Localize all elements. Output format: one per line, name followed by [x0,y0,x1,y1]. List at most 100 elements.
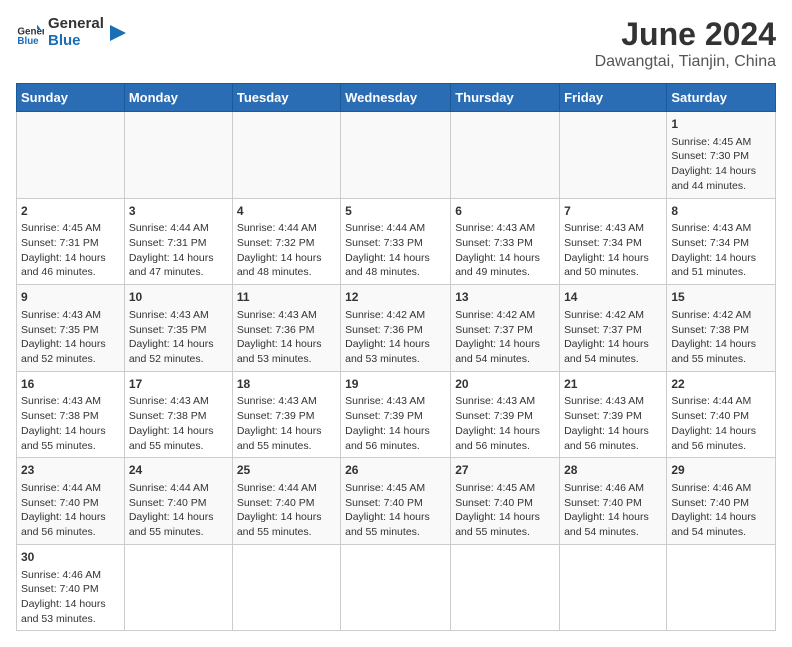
day-info: Sunrise: 4:46 AM Sunset: 7:40 PM Dayligh… [671,481,771,540]
day-info: Sunrise: 4:45 AM Sunset: 7:40 PM Dayligh… [345,481,446,540]
day-cell: 12Sunrise: 4:42 AM Sunset: 7:36 PM Dayli… [341,285,451,372]
week-row-3: 9 Sunrise: 4:43 AM Sunset: 7:35 PM Daylig… [17,285,776,372]
day-cell: 17Sunrise: 4:43 AM Sunset: 7:38 PM Dayli… [124,371,232,458]
day-number: 28 [564,462,662,479]
day-number: 20 [455,376,555,393]
day-info: Sunrise: 4:43 AM Sunset: 7:34 PM Dayligh… [564,221,662,280]
day-info: Sunrise: 4:43 AM Sunset: 7:33 PM Dayligh… [455,221,555,280]
day-info: Sunrise: 4:44 AM Sunset: 7:40 PM Dayligh… [129,481,228,540]
svg-text:Blue: Blue [17,36,39,47]
day-cell: 24 Sunrise: 4:44 AM Sunset: 7:40 PM Dayli… [124,458,232,545]
col-header-thursday: Thursday [451,84,560,112]
day-cell: 8Sunrise: 4:43 AM Sunset: 7:34 PM Daylig… [667,198,776,285]
day-cell: 15Sunrise: 4:42 AM Sunset: 7:38 PM Dayli… [667,285,776,372]
day-number: 2 [21,203,120,220]
day-info: Sunrise: 4:43 AM Sunset: 7:38 PM Dayligh… [21,394,120,453]
day-cell: 10 Sunrise: 4:43 AM Sunset: 7:35 PM Dayli… [124,285,232,372]
day-info: Sunrise: 4:43 AM Sunset: 7:39 PM Dayligh… [455,394,555,453]
day-cell: 26 Sunrise: 4:45 AM Sunset: 7:40 PM Dayli… [341,458,451,545]
calendar-table: SundayMondayTuesdayWednesdayThursdayFrid… [16,83,776,631]
day-cell: 14Sunrise: 4:42 AM Sunset: 7:37 PM Dayli… [560,285,667,372]
day-info: Sunrise: 4:46 AM Sunset: 7:40 PM Dayligh… [21,568,120,627]
day-number: 6 [455,203,555,220]
day-info: Sunrise: 4:46 AM Sunset: 7:40 PM Dayligh… [564,481,662,540]
day-cell [451,112,560,199]
day-cell [17,112,125,199]
calendar-subtitle: Dawangtai, Tianjin, China [595,53,776,71]
day-cell [451,544,560,631]
col-header-saturday: Saturday [667,84,776,112]
day-number: 22 [671,376,771,393]
day-cell: 9 Sunrise: 4:43 AM Sunset: 7:35 PM Daylig… [17,285,125,372]
day-cell: 3Sunrise: 4:44 AM Sunset: 7:31 PM Daylig… [124,198,232,285]
logo-blue: Blue [48,33,104,50]
day-cell [560,544,667,631]
day-cell [341,544,451,631]
day-number: 10 [129,289,228,306]
day-cell: 30 Sunrise: 4:46 AM Sunset: 7:40 PM Dayli… [17,544,125,631]
day-info: Sunrise: 4:43 AM Sunset: 7:35 PM Dayligh… [129,308,228,367]
day-number: 3 [129,203,228,220]
day-cell [667,544,776,631]
day-cell: 5Sunrise: 4:44 AM Sunset: 7:33 PM Daylig… [341,198,451,285]
col-header-sunday: Sunday [17,84,125,112]
day-cell: 23 Sunrise: 4:44 AM Sunset: 7:40 PM Dayli… [17,458,125,545]
day-number: 7 [564,203,662,220]
day-cell: 21Sunrise: 4:43 AM Sunset: 7:39 PM Dayli… [560,371,667,458]
day-info: Sunrise: 4:43 AM Sunset: 7:39 PM Dayligh… [345,394,446,453]
day-cell: 28 Sunrise: 4:46 AM Sunset: 7:40 PM Dayli… [560,458,667,545]
day-cell: 16Sunrise: 4:43 AM Sunset: 7:38 PM Dayli… [17,371,125,458]
day-info: Sunrise: 4:44 AM Sunset: 7:31 PM Dayligh… [129,221,228,280]
day-number: 4 [237,203,336,220]
day-number: 8 [671,203,771,220]
week-row-4: 16Sunrise: 4:43 AM Sunset: 7:38 PM Dayli… [17,371,776,458]
logo-icon: General Blue [16,19,44,47]
day-info: Sunrise: 4:43 AM Sunset: 7:39 PM Dayligh… [564,394,662,453]
day-cell: 2Sunrise: 4:45 AM Sunset: 7:31 PM Daylig… [17,198,125,285]
day-info: Sunrise: 4:42 AM Sunset: 7:37 PM Dayligh… [564,308,662,367]
day-number: 27 [455,462,555,479]
day-number: 19 [345,376,446,393]
day-number: 17 [129,376,228,393]
day-info: Sunrise: 4:44 AM Sunset: 7:33 PM Dayligh… [345,221,446,280]
day-info: Sunrise: 4:44 AM Sunset: 7:40 PM Dayligh… [237,481,336,540]
day-number: 18 [237,376,336,393]
day-number: 5 [345,203,446,220]
week-row-6: 30 Sunrise: 4:46 AM Sunset: 7:40 PM Dayli… [17,544,776,631]
day-cell [124,112,232,199]
logo-general: General [48,16,104,33]
day-info: Sunrise: 4:43 AM Sunset: 7:35 PM Dayligh… [21,308,120,367]
day-cell: 1Sunrise: 4:45 AM Sunset: 7:30 PM Daylig… [667,112,776,199]
day-info: Sunrise: 4:45 AM Sunset: 7:40 PM Dayligh… [455,481,555,540]
day-number: 26 [345,462,446,479]
day-cell: 27 Sunrise: 4:45 AM Sunset: 7:40 PM Dayli… [451,458,560,545]
title-section: June 2024 Dawangtai, Tianjin, China [595,16,776,71]
week-row-1: 1Sunrise: 4:45 AM Sunset: 7:30 PM Daylig… [17,112,776,199]
day-info: Sunrise: 4:44 AM Sunset: 7:32 PM Dayligh… [237,221,336,280]
day-number: 23 [21,462,120,479]
day-info: Sunrise: 4:44 AM Sunset: 7:40 PM Dayligh… [671,394,771,453]
day-number: 30 [21,549,120,566]
day-number: 25 [237,462,336,479]
col-header-wednesday: Wednesday [341,84,451,112]
day-number: 9 [21,289,120,306]
day-info: Sunrise: 4:43 AM Sunset: 7:38 PM Dayligh… [129,394,228,453]
day-info: Sunrise: 4:43 AM Sunset: 7:36 PM Dayligh… [237,308,336,367]
day-cell: 22Sunrise: 4:44 AM Sunset: 7:40 PM Dayli… [667,371,776,458]
day-info: Sunrise: 4:44 AM Sunset: 7:40 PM Dayligh… [21,481,120,540]
day-info: Sunrise: 4:45 AM Sunset: 7:31 PM Dayligh… [21,221,120,280]
day-cell: 20Sunrise: 4:43 AM Sunset: 7:39 PM Dayli… [451,371,560,458]
day-cell: 13Sunrise: 4:42 AM Sunset: 7:37 PM Dayli… [451,285,560,372]
day-cell [341,112,451,199]
logo-flag-icon [108,23,128,43]
header: General Blue General Blue June 2024 Dawa… [16,16,776,71]
day-number: 16 [21,376,120,393]
day-info: Sunrise: 4:45 AM Sunset: 7:30 PM Dayligh… [671,135,771,194]
day-cell: 4Sunrise: 4:44 AM Sunset: 7:32 PM Daylig… [232,198,340,285]
day-number: 29 [671,462,771,479]
day-cell [232,544,340,631]
day-info: Sunrise: 4:42 AM Sunset: 7:36 PM Dayligh… [345,308,446,367]
day-number: 24 [129,462,228,479]
day-cell: 11Sunrise: 4:43 AM Sunset: 7:36 PM Dayli… [232,285,340,372]
day-cell: 18Sunrise: 4:43 AM Sunset: 7:39 PM Dayli… [232,371,340,458]
